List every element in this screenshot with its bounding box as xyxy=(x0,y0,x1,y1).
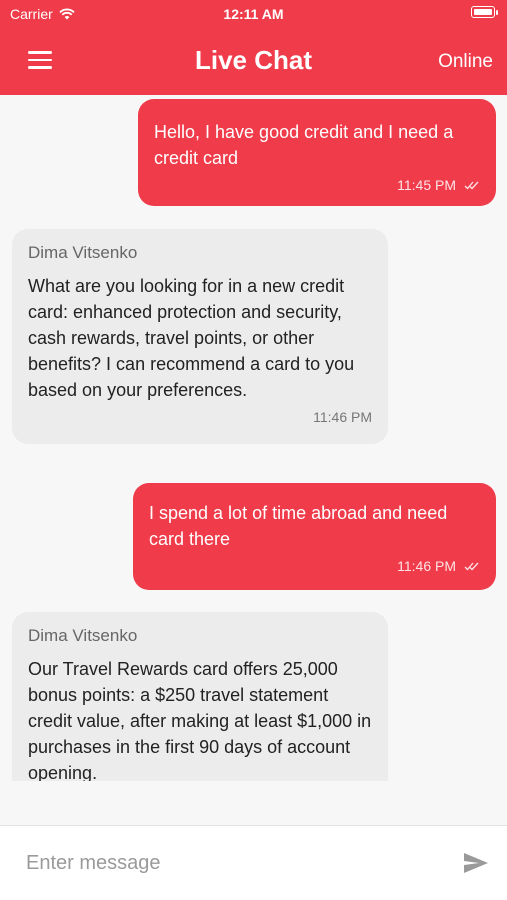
status-time: 12:11 AM xyxy=(223,6,284,22)
message-text: Our Travel Rewards card offers 25,000 bo… xyxy=(28,659,372,781)
message-bubble-outgoing[interactable]: Hello, I have good credit and I need a c… xyxy=(138,99,496,206)
message-bubble-outgoing[interactable]: I spend a lot of time abroad and need ca… xyxy=(133,483,496,590)
page-title: Live Chat xyxy=(194,45,313,75)
battery-icon xyxy=(471,6,498,18)
message-text: Hello, I have good credit and I need a c… xyxy=(154,122,454,168)
message-composer xyxy=(0,825,507,900)
message-bubble-incoming[interactable]: Dima Vitsenko Our Travel Rewards card of… xyxy=(12,612,388,781)
online-status: Online xyxy=(438,51,493,72)
status-bar: Carrier 12:11 AM xyxy=(0,0,507,28)
message-input[interactable] xyxy=(26,848,446,878)
message-text: I spend a lot of time abroad and need ca… xyxy=(149,503,448,549)
send-icon[interactable] xyxy=(463,852,489,874)
double-check-icon xyxy=(464,181,479,190)
nav-bar: Live Chat Online xyxy=(0,35,507,87)
message-text: What are you looking for in a new credit… xyxy=(28,276,355,400)
sender-name: Dima Vitsenko xyxy=(28,243,138,262)
message-meta: 11:46 PM xyxy=(149,558,480,574)
message-bubble-incoming[interactable]: Dima Vitsenko What are you looking for i… xyxy=(12,229,388,444)
message-time: 11:45 PM xyxy=(397,177,456,193)
sender-name: Dima Vitsenko xyxy=(28,626,138,645)
message-time: 11:46 PM xyxy=(397,558,456,574)
message-meta: 11:46 PM xyxy=(28,409,372,425)
message-meta: 11:45 PM xyxy=(154,177,480,193)
top-bar: Carrier 12:11 AM Live Chat Online xyxy=(0,0,507,95)
message-time: 11:46 PM xyxy=(313,409,372,425)
chat-thread[interactable]: Hello, I have good credit and I need a c… xyxy=(0,95,507,781)
double-check-icon xyxy=(464,562,479,571)
